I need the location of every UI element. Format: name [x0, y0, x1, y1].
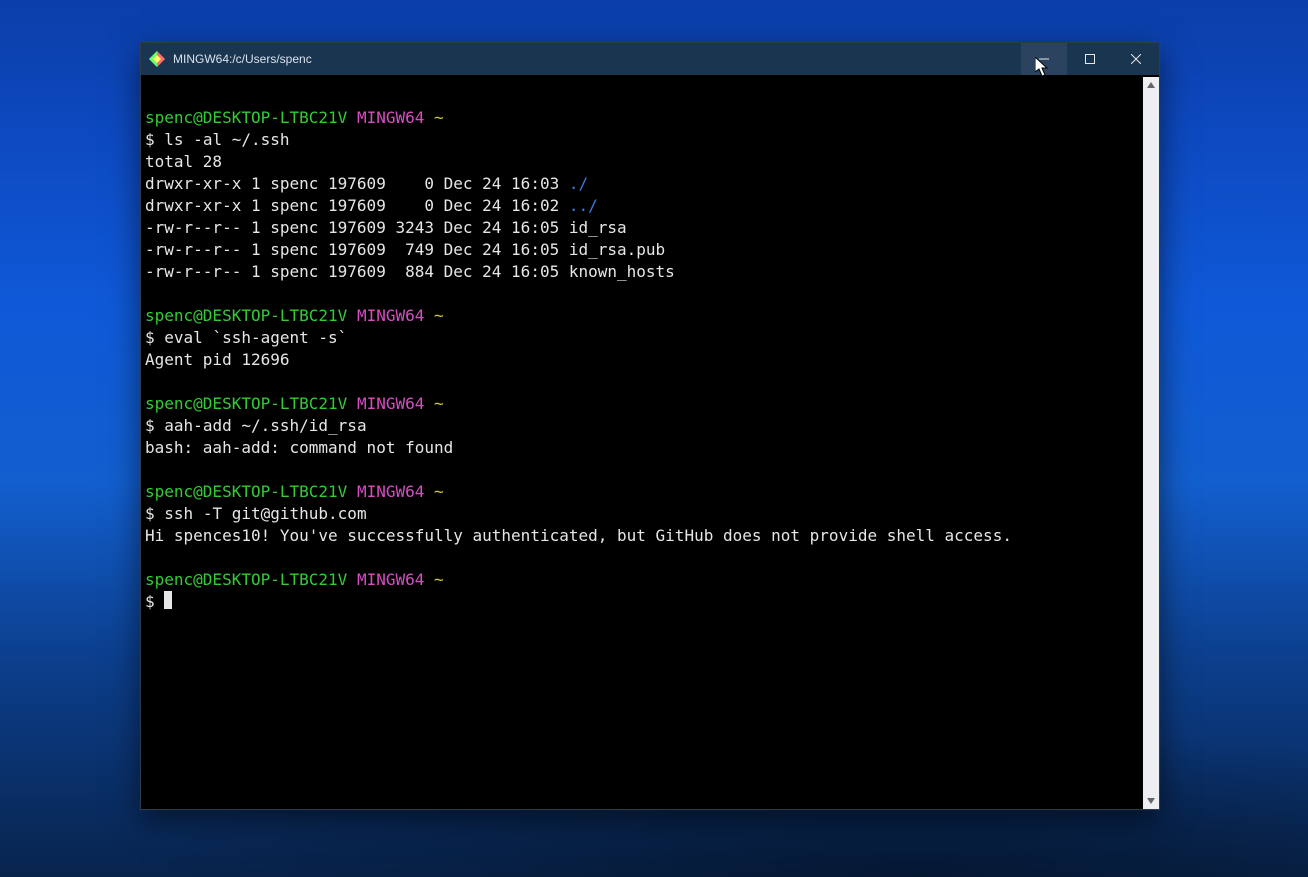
cmd-3: aah-add ~/.ssh/id_rsa — [164, 416, 366, 435]
dir-link: ../ — [569, 196, 598, 215]
cmd-4: ssh -T git@github.com — [164, 504, 366, 523]
output-line: -rw-r--r-- 1 spenc 197609 3243 Dec 24 16… — [145, 218, 627, 237]
output-line: drwxr-xr-x 1 spenc 197609 0 Dec 24 16:03 — [145, 174, 569, 193]
output-line: drwxr-xr-x 1 spenc 197609 0 Dec 24 16:02 — [145, 196, 569, 215]
prompt-sigil: $ — [145, 416, 155, 435]
git-bash-icon — [149, 51, 165, 67]
titlebar[interactable]: MINGW64:/c/Users/spenc — [141, 43, 1159, 75]
prompt-cwd: ~ — [434, 570, 444, 589]
prompt-shell: MINGW64 — [357, 306, 424, 325]
prompt-shell: MINGW64 — [357, 394, 424, 413]
prompt-user-host: spenc@DESKTOP-LTBC21V — [145, 394, 347, 413]
prompt-sigil: $ — [145, 592, 155, 611]
dir-link: ./ — [569, 174, 588, 193]
prompt-user-host: spenc@DESKTOP-LTBC21V — [145, 108, 347, 127]
scrollbar[interactable] — [1143, 77, 1159, 809]
prompt-user-host: spenc@DESKTOP-LTBC21V — [145, 306, 347, 325]
prompt-sigil: $ — [145, 504, 155, 523]
prompt-cwd: ~ — [434, 394, 444, 413]
prompt-cwd: ~ — [434, 108, 444, 127]
prompt-cwd: ~ — [434, 306, 444, 325]
output-line: Agent pid 12696 — [145, 350, 290, 369]
output-line: Hi spences10! You've successfully authen… — [145, 526, 1012, 545]
prompt-shell: MINGW64 — [357, 570, 424, 589]
scroll-up-icon[interactable] — [1143, 77, 1159, 93]
output-line: total 28 — [145, 152, 222, 171]
prompt-user-host: spenc@DESKTOP-LTBC21V — [145, 570, 347, 589]
cmd-1: ls -al ~/.ssh — [164, 130, 289, 149]
output-line: -rw-r--r-- 1 spenc 197609 749 Dec 24 16:… — [145, 240, 665, 259]
prompt-user-host: spenc@DESKTOP-LTBC21V — [145, 482, 347, 501]
window-title: MINGW64:/c/Users/spenc — [173, 52, 312, 66]
minimize-button[interactable] — [1021, 43, 1067, 75]
prompt-cwd: ~ — [434, 482, 444, 501]
maximize-button[interactable] — [1067, 43, 1113, 75]
cmd-2: eval `ssh-agent -s` — [164, 328, 347, 347]
close-button[interactable] — [1113, 43, 1159, 75]
prompt-sigil: $ — [145, 130, 155, 149]
prompt-shell: MINGW64 — [357, 482, 424, 501]
window-controls — [1021, 43, 1159, 75]
scroll-down-icon[interactable] — [1143, 793, 1159, 809]
output-line: -rw-r--r-- 1 spenc 197609 884 Dec 24 16:… — [145, 262, 675, 281]
desktop-background: MINGW64:/c/Users/spenc spenc@DESKTOP-LTB… — [0, 0, 1308, 877]
prompt-shell: MINGW64 — [357, 108, 424, 127]
prompt-sigil: $ — [145, 328, 155, 347]
output-line: bash: aah-add: command not found — [145, 438, 453, 457]
text-cursor — [164, 591, 172, 609]
terminal-window: MINGW64:/c/Users/spenc spenc@DESKTOP-LTB… — [140, 42, 1160, 810]
terminal-content[interactable]: spenc@DESKTOP-LTBC21V MINGW64 ~ $ ls -al… — [145, 79, 1143, 795]
